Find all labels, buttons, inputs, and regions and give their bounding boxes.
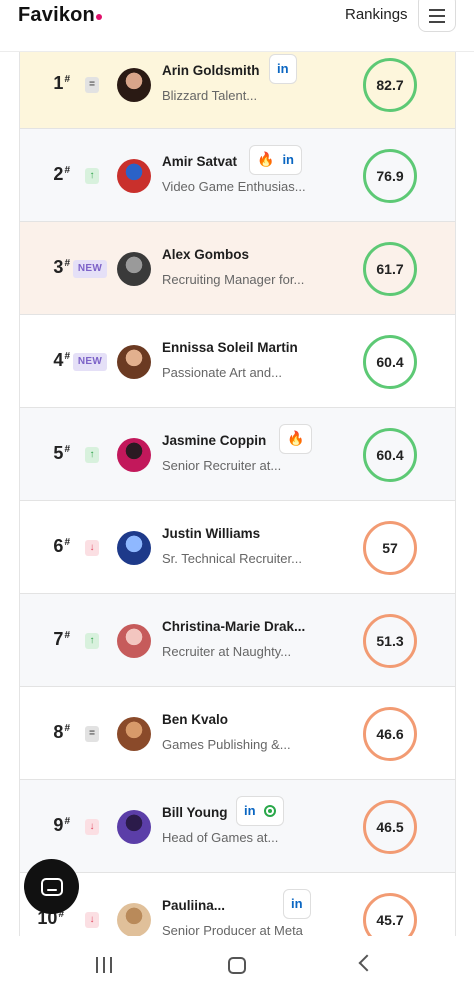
new-badge: NEW [73,352,107,371]
score-ring: 57 [363,520,417,575]
creator-name[interactable]: Justin Williams [162,526,260,541]
score-ring: 51.3 [363,613,417,668]
hamburger-menu-icon [429,7,445,25]
rank-down-icon: ↓ [85,818,99,835]
score-ring: 61.7 [363,241,417,296]
rank-number: 1# [53,72,70,93]
score-ring: 60.4 [363,427,417,482]
podcast-icon[interactable] [263,804,276,817]
creator-title: Recruiter at Naughty... [162,643,292,659]
avatar[interactable] [117,344,151,379]
rank-down-icon: ↓ [85,539,99,556]
score-ring: 82.7 [363,57,417,112]
avatar[interactable] [117,437,151,472]
ranking-row[interactable]: 1# = Arin Goldsmith Blizzard Talent... in 82.… [20,52,455,129]
logo-text: Favikon [18,4,95,26]
creator-name[interactable]: Amir Satvat [162,154,237,169]
creator-name[interactable]: Arin Goldsmith [162,63,260,78]
creator-name[interactable]: Alex Gombos [162,247,249,262]
avatar[interactable] [117,251,151,286]
chat-bubble-icon [40,877,63,896]
creator-name[interactable]: Ennissa Soleil Martin [162,340,298,355]
ranking-row[interactable]: 6# ↓ Justin Williams Sr. Technical Recruite… [20,501,455,594]
hamburger-menu-button[interactable] [418,0,456,32]
score-ring: 60.4 [363,334,417,389]
avatar[interactable] [117,530,151,565]
rank-number: 7# [53,628,70,649]
ranking-row[interactable]: 5# ↑ Jasmine Coppin Senior Recruiter at... 🔥… [20,408,455,501]
avatar[interactable] [117,158,151,193]
rank-down-icon: ↓ [85,911,99,928]
creator-title: Video Game Enthusias... [162,178,306,194]
avatar[interactable] [117,67,151,102]
top-header: Favikon Rankings [0,0,474,52]
creator-title: Blizzard Talent... [162,87,258,103]
rank-number: 4# [53,349,70,370]
creator-name[interactable]: Pauliina... [162,898,225,913]
linkedin-icon[interactable]: in [244,803,256,818]
avatar[interactable] [117,902,151,937]
rank-number: 8# [53,721,70,742]
avatar[interactable] [117,623,151,658]
nav-rankings-link[interactable]: Rankings [345,6,408,23]
creator-title: Passionate Art and... [162,364,282,380]
creator-title: Sr. Technical Recruiter... [162,550,302,566]
rank-up-icon: ↑ [85,446,99,463]
creator-name[interactable]: Jasmine Coppin [162,433,266,448]
platform-icons: 🔥 in [249,144,302,175]
rank-up-icon: ↑ [85,167,99,184]
rank-number: 3# [53,256,70,277]
rank-number: 5# [53,442,70,463]
creator-name[interactable]: Ben Kvalo [162,712,228,727]
creator-title: Recruiting Manager for... [162,271,305,287]
ranking-list: 1# = Arin Goldsmith Blizzard Talent... in 82.… [19,52,456,966]
linkedin-icon[interactable]: in [277,61,289,76]
linkedin-icon[interactable]: in [282,152,294,167]
rank-up-icon: ↑ [85,632,99,649]
avatar[interactable] [117,809,151,844]
creator-title: Head of Games at... [162,829,279,845]
ranking-row[interactable]: 7# ↑ Christina-Marie Drak... Recruiter at N… [20,594,455,687]
ranking-row[interactable]: 4# NEW Ennissa Soleil Martin Passionate Art… [20,315,455,408]
rank-number: 9# [53,814,70,835]
back-icon[interactable] [358,954,376,972]
creator-title: Games Publishing &... [162,736,291,752]
new-badge: NEW [73,259,107,278]
score-ring: 46.6 [363,706,417,761]
creator-name[interactable]: Christina-Marie Drak... [162,619,305,634]
score-ring: 46.5 [363,799,417,854]
fire-icon[interactable]: 🔥 [287,430,304,447]
platform-icons: in [236,795,284,826]
rank-number: 2# [53,163,70,184]
logo-dot [95,14,102,20]
favikon-logo[interactable]: Favikon [18,4,102,27]
score-ring: 76.9 [363,148,417,203]
chat-button[interactable] [24,859,79,914]
recent-apps-icon[interactable] [96,957,112,973]
ranking-row[interactable]: 8# = Ben Kvalo Games Publishing &... 46.6 [20,687,455,780]
creator-title: Senior Recruiter at... [162,457,282,473]
home-icon[interactable] [228,957,246,974]
ranking-row[interactable]: 2# ↑ Amir Satvat Video Game Enthusias... 🔥 in… [20,129,455,222]
fire-icon[interactable]: 🔥 [257,151,274,168]
creator-name[interactable]: Bill Young [162,805,228,820]
rank-unchanged-icon: = [85,76,99,93]
rank-unchanged-icon: = [85,725,99,742]
ranking-row[interactable]: 3# NEW Alex Gombos Recruiting Manager for..… [20,222,455,315]
linkedin-icon[interactable]: in [291,896,303,911]
platform-icons: 🔥 [279,423,313,454]
ranking-row[interactable]: 9# ↓ Bill Young Head of Games at... in 46.5 [20,780,455,873]
platform-icons: in [269,53,297,84]
system-nav-bar [0,936,474,992]
rank-number: 6# [53,535,70,556]
platform-icons: in [283,888,311,919]
avatar[interactable] [117,716,151,751]
